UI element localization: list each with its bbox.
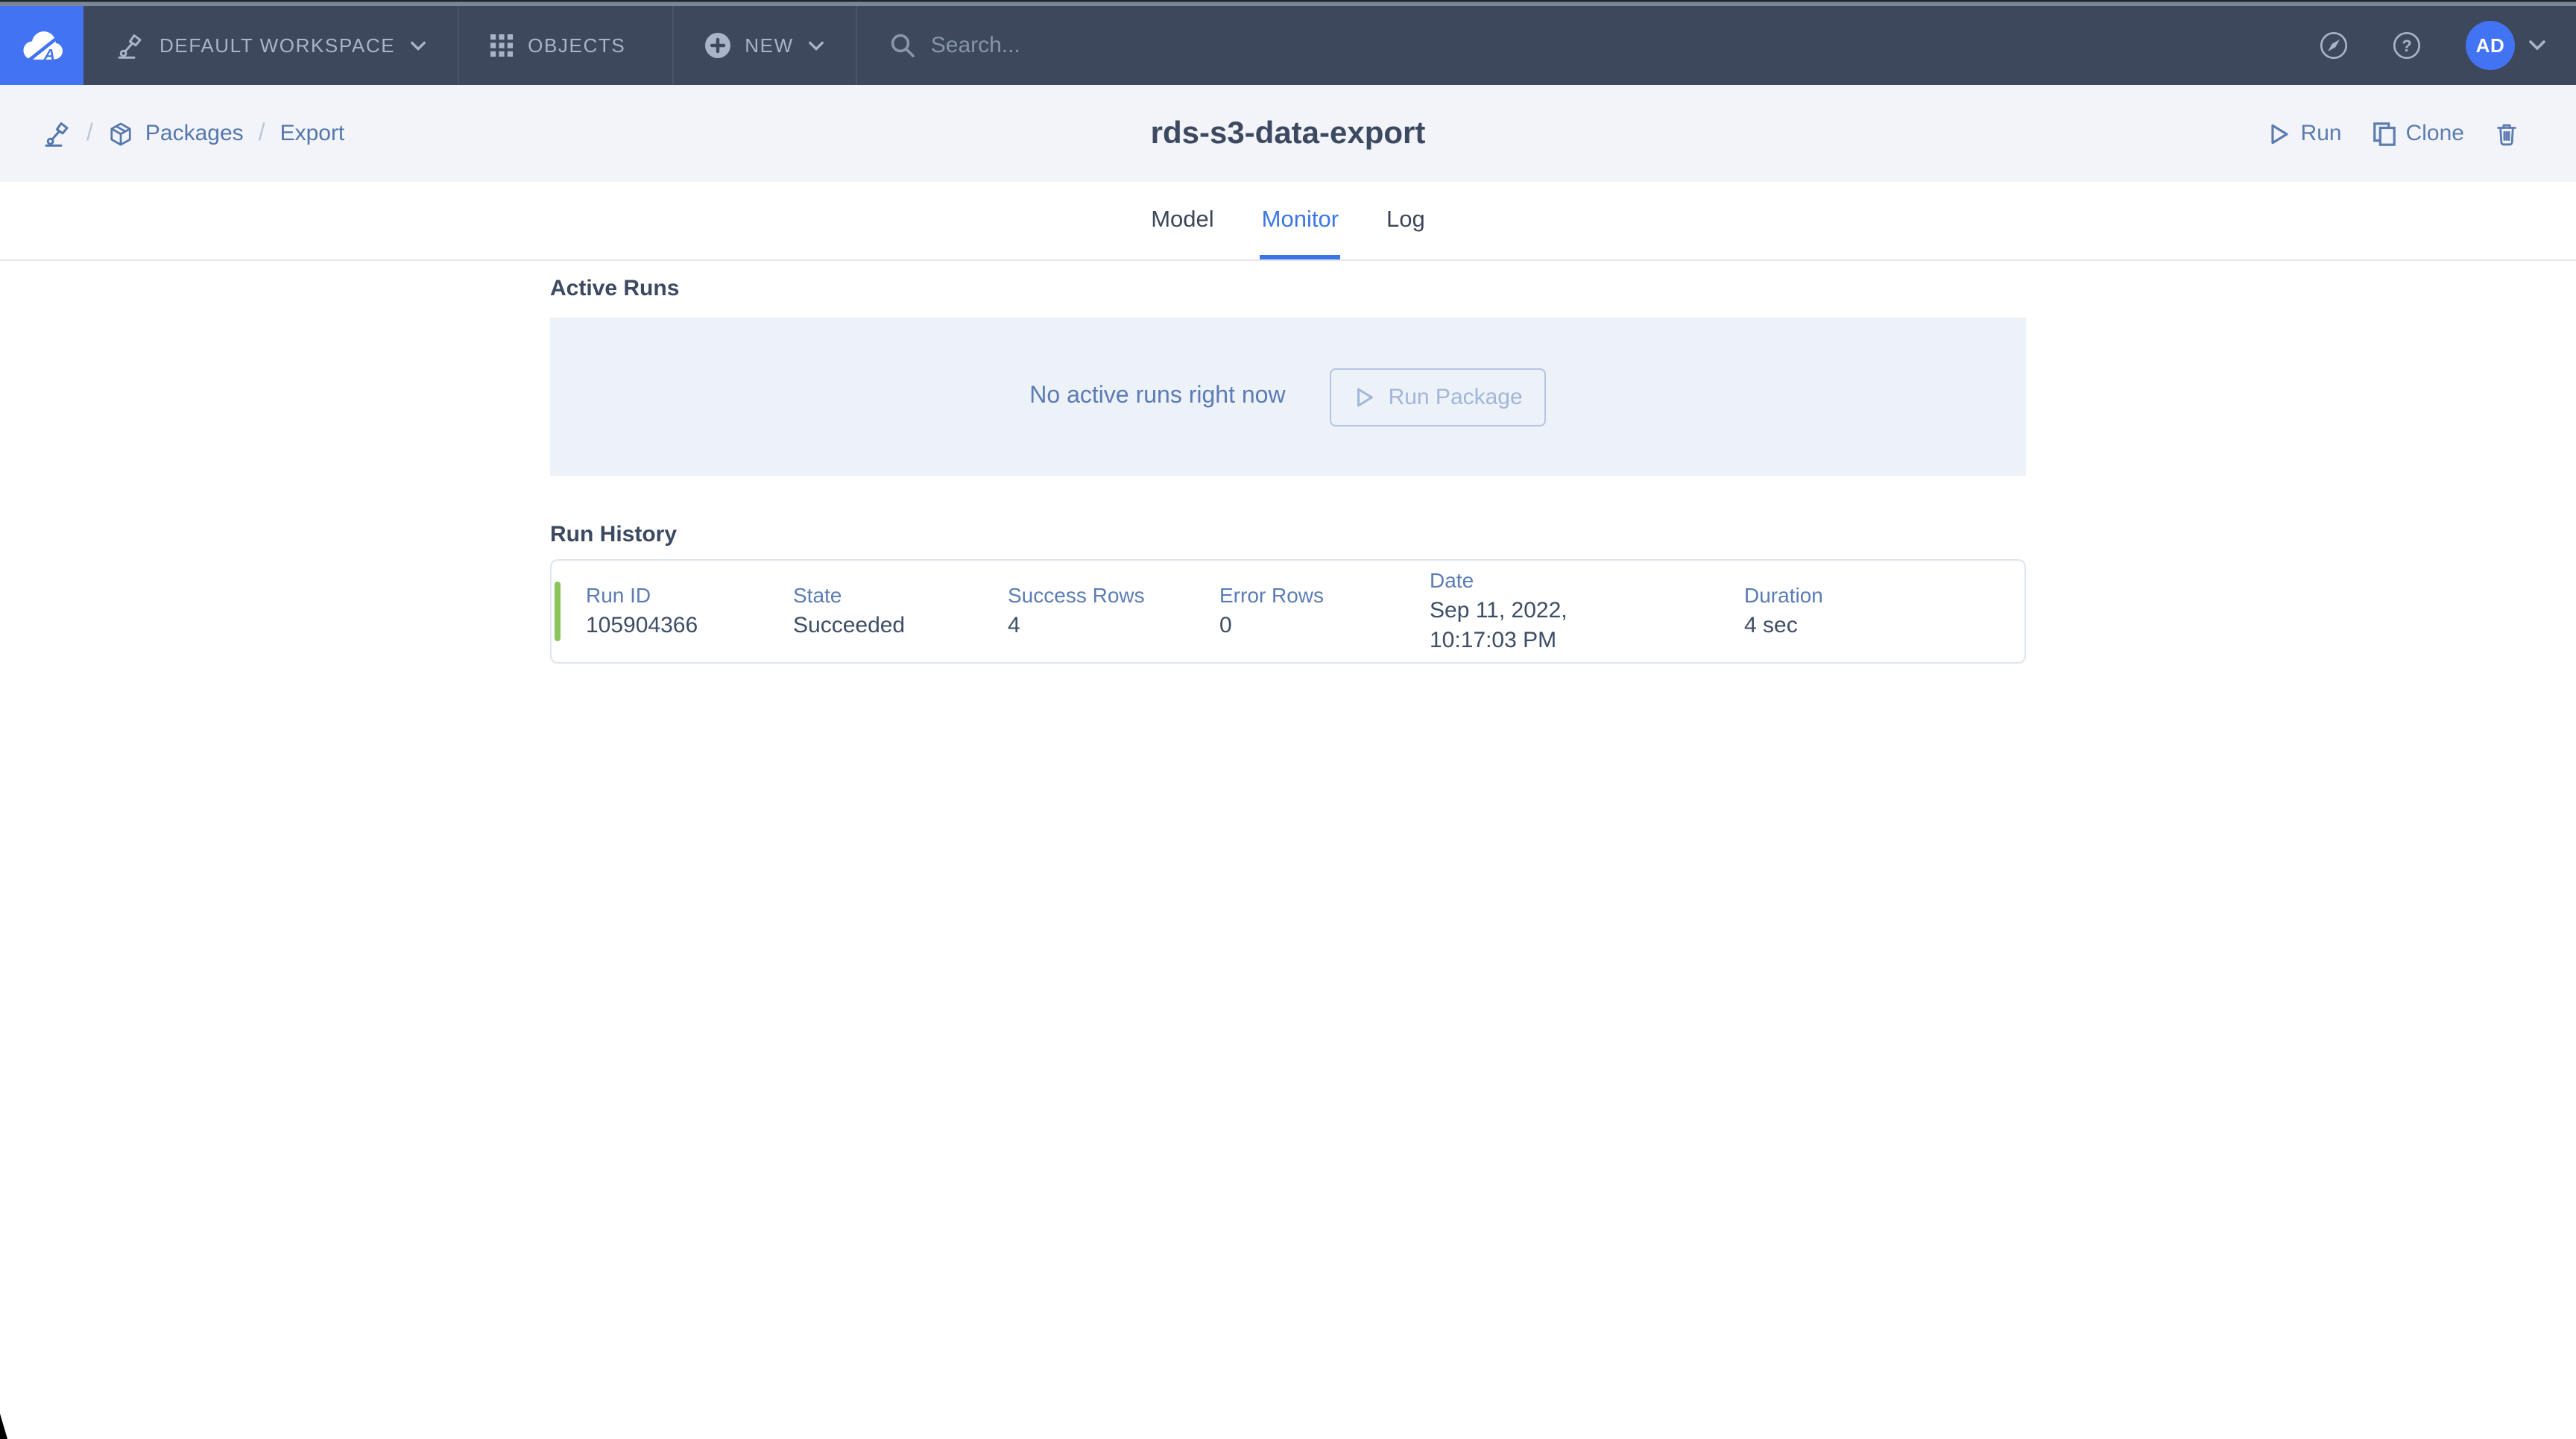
state-value: Succeeded xyxy=(793,611,1008,640)
error-rows-cell: Error Rows 0 xyxy=(1219,583,1430,640)
delete-button[interactable] xyxy=(2494,120,2519,147)
error-rows-label: Error Rows xyxy=(1219,583,1430,607)
run-history-row[interactable]: Run ID 105904366 State Succeeded Success… xyxy=(550,559,2026,664)
objects-label: OBJECTS xyxy=(528,34,625,57)
new-label: NEW xyxy=(745,34,793,57)
cursor-artifact xyxy=(0,1414,7,1439)
package-cube-icon xyxy=(108,120,135,147)
help-icon[interactable]: ? xyxy=(2393,31,2421,60)
duration-value: 4 sec xyxy=(1744,611,2024,640)
no-active-runs-message: No active runs right now xyxy=(1029,383,1285,410)
page-title: rds-s3-data-export xyxy=(1151,116,1426,151)
date-cell: Date Sep 11, 2022, 10:17:03 PM xyxy=(1430,568,1744,655)
run-id-cell: Run ID 105904366 xyxy=(586,583,793,640)
state-label: State xyxy=(793,583,1008,607)
workspace-home-lamp-icon[interactable] xyxy=(42,119,72,148)
date-label: Date xyxy=(1430,568,1744,592)
objects-menu-button[interactable]: OBJECTS xyxy=(459,6,673,85)
trash-icon xyxy=(2494,120,2519,147)
active-runs-panel: No active runs right now Run Package xyxy=(550,318,2026,476)
breadcrumb-packages-label: Packages xyxy=(145,121,244,146)
run-id-label: Run ID xyxy=(586,583,793,607)
topbar-right-group: ? AD xyxy=(2320,6,2576,85)
run-package-label: Run Package xyxy=(1389,384,1523,409)
svg-text:A: A xyxy=(43,46,55,63)
workspace-lamp-icon xyxy=(115,31,145,60)
explore-compass-icon[interactable] xyxy=(2320,31,2348,60)
play-icon xyxy=(1354,385,1377,408)
app-root: A DEFAULT WORKSPACE xyxy=(0,0,2576,1439)
state-cell: State Succeeded xyxy=(793,583,1008,640)
date-value: Sep 11, 2022, 10:17:03 PM xyxy=(1430,596,1656,655)
search-container xyxy=(891,6,2320,85)
new-menu-button[interactable]: NEW xyxy=(673,6,857,85)
run-package-button[interactable]: Run Package xyxy=(1330,368,1547,426)
package-actions: Run Clone xyxy=(2268,120,2519,147)
avatar[interactable]: AD xyxy=(2466,21,2515,70)
workspace-label: DEFAULT WORKSPACE xyxy=(160,34,395,57)
duration-cell: Duration 4 sec xyxy=(1744,583,2024,640)
search-icon xyxy=(891,33,916,58)
clone-icon xyxy=(2372,120,2397,147)
tab-model[interactable]: Model xyxy=(1149,182,1215,259)
top-nav-bar: A DEFAULT WORKSPACE xyxy=(0,6,2576,85)
breadcrumb-current: Export xyxy=(280,121,345,146)
play-icon xyxy=(2268,122,2292,145)
error-rows-value: 0 xyxy=(1219,611,1430,640)
run-status-indicator xyxy=(555,582,561,641)
tab-bar: Model Monitor Log xyxy=(0,182,2576,261)
window-top-edge xyxy=(0,0,2576,6)
run-button[interactable]: Run xyxy=(2268,121,2342,146)
chevron-down-icon xyxy=(2528,39,2546,52)
monitor-content: Active Runs No active runs right now Run… xyxy=(550,276,2026,664)
plus-circle-icon xyxy=(704,33,730,58)
chevron-down-icon xyxy=(809,40,825,51)
active-runs-heading: Active Runs xyxy=(550,276,2026,301)
grid-icon xyxy=(490,34,513,57)
success-rows-label: Success Rows xyxy=(1008,583,1219,607)
clone-button-label: Clone xyxy=(2406,121,2464,146)
workspace-switcher[interactable]: DEFAULT WORKSPACE xyxy=(83,6,459,85)
tab-log[interactable]: Log xyxy=(1385,182,1427,259)
success-rows-cell: Success Rows 4 xyxy=(1008,583,1219,640)
account-menu[interactable]: AD xyxy=(2466,21,2546,70)
run-history-heading: Run History xyxy=(550,522,2026,547)
cloud-logo-icon: A xyxy=(16,27,67,64)
svg-text:?: ? xyxy=(2402,37,2411,55)
breadcrumb: / Packages / Export xyxy=(42,119,344,148)
breadcrumb-packages[interactable]: Packages xyxy=(108,120,244,147)
chevron-down-icon xyxy=(410,40,426,51)
run-button-label: Run xyxy=(2301,121,2342,146)
run-id-value: 105904366 xyxy=(586,611,793,640)
tab-monitor[interactable]: Monitor xyxy=(1260,182,1340,259)
search-input[interactable] xyxy=(931,33,1319,58)
clone-button[interactable]: Clone xyxy=(2372,120,2464,147)
brand-logo[interactable]: A xyxy=(0,6,83,85)
breadcrumb-separator: / xyxy=(86,120,93,147)
breadcrumb-separator: / xyxy=(259,120,265,147)
page-header: / Packages / Export rds-s3-data-export xyxy=(0,85,2576,182)
duration-label: Duration xyxy=(1744,583,2024,607)
success-rows-value: 4 xyxy=(1008,611,1219,640)
